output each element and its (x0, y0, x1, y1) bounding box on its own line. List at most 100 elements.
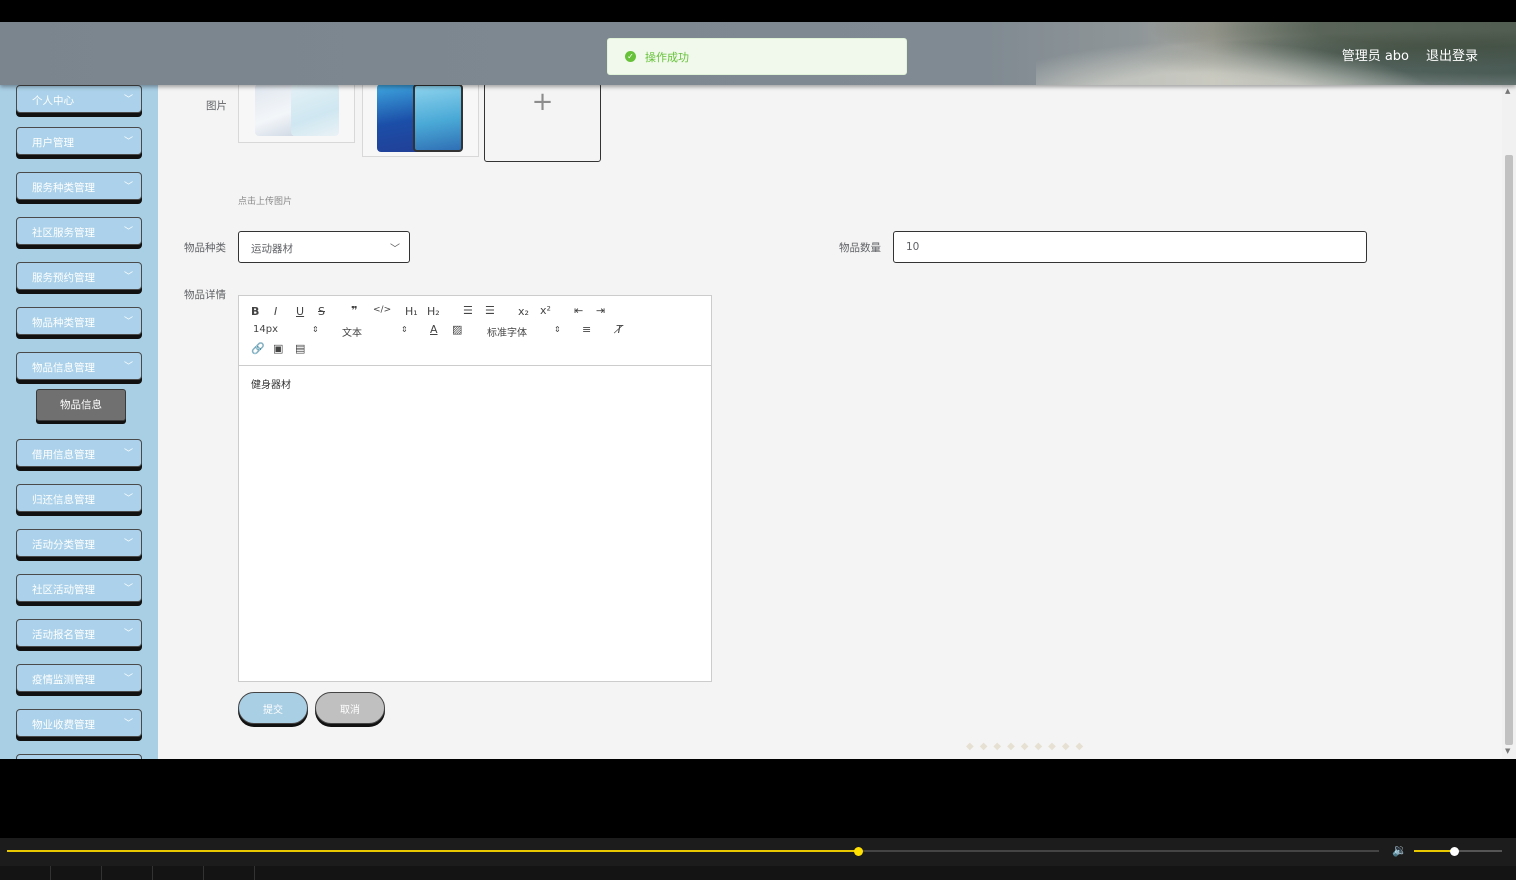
sidebar-item-service-booking[interactable]: 服务预约管理 ﹀ (16, 262, 142, 290)
toast-message: 操作成功 (645, 50, 689, 64)
bullet-list-icon[interactable]: ☰ (485, 304, 495, 317)
sidebar-item-label: 用户管理 (32, 137, 74, 149)
sidebar-menu: 个人中心 ﹀ 用户管理 ﹀ 服务种类管理 ﹀ 社区服务管理 ﹀ 服务预约管理 ﹀… (0, 85, 158, 759)
blockquote-icon[interactable]: ❞ (351, 304, 357, 317)
sidebar-item-borrow-info[interactable]: 借用信息管理 ﹀ (16, 439, 142, 467)
italic-icon[interactable]: I (274, 305, 277, 318)
image-icon[interactable]: ▣ (273, 342, 283, 355)
chevron-down-icon: ﹀ (123, 362, 133, 372)
phone-image (413, 84, 463, 152)
sidebar-item-property-fee[interactable]: 物业收费管理 ﹀ (16, 709, 142, 737)
chevron-down-icon: ﹀ (123, 674, 133, 684)
volume-icon[interactable]: 🔉 (1392, 843, 1407, 857)
heading-2-icon[interactable]: H₂ (427, 305, 440, 318)
chevron-down-icon: ﹀ (123, 494, 133, 504)
main-content: 图片 + 点击上传图片 物品种类 运动器材 ﹀ 物品数量 物品详情 B I U … (158, 83, 1502, 759)
sidebar-item-return-info[interactable]: 归还信息管理 ﹀ (16, 484, 142, 512)
submit-button[interactable]: 提交 (238, 692, 308, 724)
sidebar-item-label: 物业收费管理 (32, 719, 95, 731)
sidebar-item-user-management[interactable]: 用户管理 ﹀ (16, 127, 142, 155)
image-label: 图片 (206, 100, 227, 112)
player-controls-strip (0, 866, 1516, 880)
volume-handle[interactable] (1449, 847, 1459, 856)
rich-text-editor: B I U S ❞ </> H₁ H₂ ☰ ☰ x₂ x² ⇤ ⇥ 14px ⇕… (238, 295, 712, 682)
chevron-down-icon: ﹀ (123, 449, 133, 459)
font-color-icon[interactable]: A (430, 323, 438, 336)
sidebar-item-personal-center[interactable]: 个人中心 ﹀ (16, 85, 142, 113)
seek-progress (7, 850, 858, 852)
scrollbar-thumb[interactable] (1505, 155, 1513, 745)
sidebar-subitem-item-info[interactable]: 物品信息 (36, 389, 126, 421)
outdent-icon[interactable]: ⇤ (574, 304, 583, 317)
upload-image-button[interactable]: + (484, 83, 601, 162)
vertical-scrollbar[interactable]: ▲ ▼ (1502, 85, 1516, 759)
sidebar-item-service-category[interactable]: 服务种类管理 ﹀ (16, 172, 142, 200)
divider (254, 866, 255, 880)
sidebar-item-activity-signup[interactable]: 活动报名管理 ﹀ (16, 619, 142, 647)
text-type-value: 文本 (342, 328, 362, 339)
chevron-down-icon: ﹀ (123, 719, 133, 729)
font-family-picker[interactable]: 标准字体 (487, 324, 527, 339)
scroll-up-icon[interactable]: ▲ (1505, 87, 1510, 95)
scroll-down-icon[interactable]: ▼ (1505, 747, 1510, 755)
sort-icon: ⇕ (312, 325, 319, 334)
divider (101, 866, 102, 880)
quantity-label: 物品数量 (839, 242, 881, 254)
sidebar-item-label: 服务预约管理 (32, 272, 95, 284)
seek-handle[interactable] (853, 847, 863, 856)
divider (203, 866, 204, 880)
indent-icon[interactable]: ⇥ (596, 304, 605, 317)
sidebar-item-community-activity[interactable]: 社区活动管理 ﹀ (16, 574, 142, 602)
detail-label: 物品详情 (184, 289, 226, 301)
video-icon[interactable]: ▤ (295, 342, 305, 355)
logout-link[interactable]: 退出登录 (1426, 45, 1478, 64)
bold-icon[interactable]: B (251, 305, 259, 318)
category-select[interactable]: 运动器材 ﹀ (238, 231, 410, 263)
heading-1-icon[interactable]: H₁ (405, 305, 418, 318)
sidebar-item-item-info[interactable]: 物品信息管理 ﹀ (16, 352, 142, 380)
sidebar-item-label: 活动分类管理 (32, 539, 95, 551)
clear-format-icon[interactable]: T̸ (616, 323, 623, 336)
app-window: 管理员 abo 退出登录 ✓ 操作成功 个人中心 ﹀ 用户管理 ﹀ 服务种类管理… (0, 22, 1516, 759)
superscript-icon[interactable]: x² (540, 304, 551, 317)
chevron-down-icon: ﹀ (123, 95, 133, 105)
upload-hint: 点击上传图片 (238, 197, 293, 207)
sidebar-item-label: 活动报名管理 (32, 629, 95, 641)
video-player-bar: 🔉 (0, 838, 1516, 880)
uploaded-image-2[interactable] (362, 83, 479, 157)
ordered-list-icon[interactable]: ☰ (463, 304, 473, 317)
sidebar-item-label: 个人中心 (32, 95, 74, 107)
sidebar-item-community-service[interactable]: 社区服务管理 ﹀ (16, 217, 142, 245)
chevron-down-icon: ﹀ (123, 317, 133, 327)
sidebar-item-label: 物品信息管理 (32, 362, 95, 374)
sidebar-item-item-category[interactable]: 物品种类管理 ﹀ (16, 307, 142, 335)
font-size-picker[interactable]: 14px (253, 324, 278, 335)
link-icon[interactable]: 🔗 (251, 342, 265, 355)
subscript-icon[interactable]: x₂ (518, 305, 529, 318)
sidebar-item-label: 服务种类管理 (32, 182, 95, 194)
seek-bar[interactable] (7, 850, 1379, 852)
chevron-down-icon: ﹀ (123, 137, 133, 147)
code-block-icon[interactable]: </> (373, 305, 391, 315)
align-icon[interactable]: ≡ (582, 323, 591, 336)
sort-icon: ⇕ (401, 325, 408, 334)
plus-icon: + (531, 87, 554, 117)
underline-icon[interactable]: U (296, 305, 304, 318)
font-family-value: 标准字体 (487, 328, 527, 339)
uploaded-image-1[interactable] (238, 83, 355, 143)
quantity-input[interactable] (893, 231, 1367, 263)
text-type-picker[interactable]: 文本 (342, 324, 362, 339)
success-toast: ✓ 操作成功 (607, 38, 907, 75)
watermark-icons: ◆◆◆◆◆◆◆◆◆ (966, 741, 1090, 752)
strike-icon[interactable]: S (318, 305, 325, 318)
sidebar-item-activity-category[interactable]: 活动分类管理 ﹀ (16, 529, 142, 557)
divider (50, 866, 51, 880)
chevron-down-icon: ﹀ (123, 182, 133, 192)
chevron-down-icon: ﹀ (123, 227, 133, 237)
sidebar-item-more[interactable] (16, 754, 142, 759)
sidebar-item-epidemic-monitor[interactable]: 疫情监测管理 ﹀ (16, 664, 142, 692)
background-color-icon[interactable]: ▨ (452, 323, 462, 336)
category-label: 物品种类 (184, 242, 226, 254)
editor-content[interactable]: 健身器材 (251, 376, 291, 391)
cancel-button[interactable]: 取消 (315, 692, 385, 724)
